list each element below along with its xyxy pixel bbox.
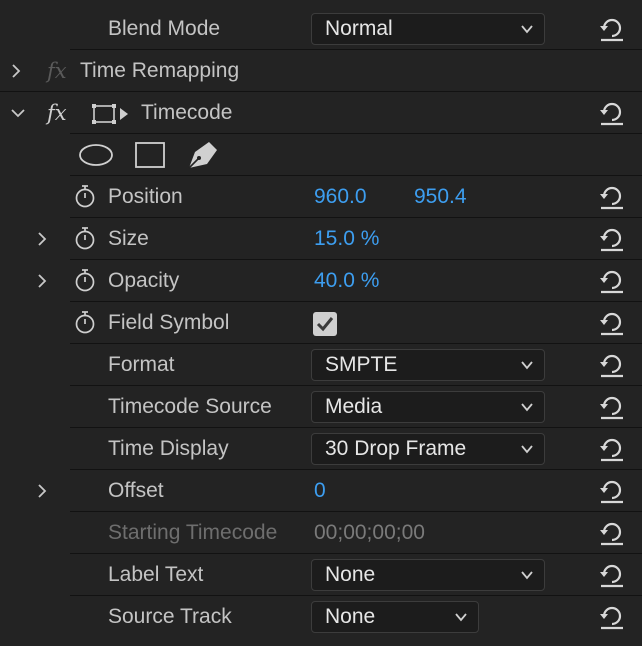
chevron-right-icon[interactable] bbox=[34, 483, 50, 499]
checkmark-icon bbox=[316, 317, 334, 332]
opacity-row: Opacity 40.0 % bbox=[0, 260, 642, 302]
chevron-down-icon bbox=[455, 613, 467, 622]
effect-controls-panel: Blend Mode Normal fx Time Remapping fx T… bbox=[0, 0, 642, 646]
position-x-value[interactable]: 960.0 bbox=[314, 176, 367, 218]
offset-row: Offset 0 bbox=[0, 470, 642, 512]
reset-parameter-icon[interactable] bbox=[598, 393, 626, 421]
stopwatch-icon[interactable] bbox=[74, 268, 96, 292]
reset-parameter-icon[interactable] bbox=[598, 267, 626, 295]
time-display-dropdown[interactable]: 30 Drop Frame bbox=[311, 433, 545, 465]
field-symbol-label: Field Symbol bbox=[108, 311, 230, 334]
format-label: Format bbox=[108, 353, 175, 376]
reset-parameter-icon[interactable] bbox=[598, 351, 626, 379]
size-label: Size bbox=[108, 227, 149, 250]
blend-mode-value: Normal bbox=[325, 17, 393, 40]
blend-mode-label: Blend Mode bbox=[108, 17, 221, 40]
offset-label: Offset bbox=[108, 479, 164, 502]
format-value: SMPTE bbox=[325, 353, 398, 376]
reset-parameter-icon[interactable] bbox=[598, 225, 626, 253]
transform-icon bbox=[92, 104, 128, 124]
blend-mode-dropdown[interactable]: Normal bbox=[311, 13, 545, 45]
ellipse-mask-icon[interactable] bbox=[77, 142, 115, 168]
field-symbol-row: Field Symbol bbox=[0, 302, 642, 344]
size-row: Size 15.0 % bbox=[0, 218, 642, 260]
reset-parameter-icon[interactable] bbox=[598, 561, 626, 589]
label-text-value: None bbox=[325, 563, 376, 586]
position-label: Position bbox=[108, 185, 183, 208]
stopwatch-icon[interactable] bbox=[74, 310, 96, 334]
timecode-source-value: Media bbox=[325, 395, 383, 418]
reset-parameter-icon[interactable] bbox=[598, 15, 626, 43]
time-remapping-label: Time Remapping bbox=[80, 59, 240, 82]
position-y-value[interactable]: 950.4 bbox=[414, 176, 467, 218]
source-track-dropdown[interactable]: None bbox=[311, 601, 479, 633]
label-text-dropdown[interactable]: None bbox=[311, 559, 545, 591]
chevron-down-icon bbox=[521, 445, 533, 454]
fx-toggle-icon[interactable]: fx bbox=[47, 92, 67, 134]
opacity-value[interactable]: 40.0 % bbox=[314, 260, 379, 302]
reset-effect-icon[interactable] bbox=[598, 99, 626, 127]
mask-tools-row bbox=[0, 134, 642, 176]
source-track-label: Source Track bbox=[108, 605, 232, 628]
timecode-source-label: Timecode Source bbox=[108, 395, 272, 418]
time-display-value: 30 Drop Frame bbox=[325, 437, 467, 460]
time-display-row: Time Display 30 Drop Frame bbox=[0, 428, 642, 470]
fx-icon: fx bbox=[47, 59, 67, 83]
time-display-label: Time Display bbox=[108, 437, 229, 460]
chevron-down-icon[interactable] bbox=[10, 105, 26, 121]
size-value[interactable]: 15.0 % bbox=[314, 218, 379, 260]
label-text-row: Label Text None bbox=[0, 554, 642, 596]
field-symbol-checkbox[interactable] bbox=[313, 312, 337, 336]
format-dropdown[interactable]: SMPTE bbox=[311, 349, 545, 381]
opacity-label: Opacity bbox=[108, 269, 180, 292]
format-row: Format SMPTE bbox=[0, 344, 642, 386]
timecode-source-row: Timecode Source Media bbox=[0, 386, 642, 428]
chevron-right-icon[interactable] bbox=[34, 231, 50, 247]
reset-parameter-icon[interactable] bbox=[598, 435, 626, 463]
timecode-effect-row[interactable]: fx Timecode bbox=[0, 92, 642, 134]
starting-timecode-row: Starting Timecode 00;00;00;00 bbox=[0, 512, 642, 554]
chevron-down-icon bbox=[521, 25, 533, 34]
offset-value[interactable]: 0 bbox=[314, 470, 326, 512]
reset-parameter-icon[interactable] bbox=[598, 519, 626, 547]
stopwatch-icon[interactable] bbox=[74, 226, 96, 250]
stopwatch-icon[interactable] bbox=[74, 184, 96, 208]
source-track-row: Source Track None bbox=[0, 596, 642, 638]
time-remapping-row[interactable]: fx Time Remapping bbox=[0, 50, 642, 92]
label-text-label: Label Text bbox=[108, 563, 204, 586]
pen-mask-icon[interactable] bbox=[185, 138, 221, 172]
starting-timecode-value: 00;00;00;00 bbox=[314, 521, 425, 544]
reset-parameter-icon[interactable] bbox=[598, 309, 626, 337]
chevron-down-icon bbox=[521, 403, 533, 412]
blend-mode-row: Blend Mode Normal bbox=[0, 8, 642, 50]
chevron-down-icon bbox=[521, 571, 533, 580]
source-track-value: None bbox=[325, 605, 376, 628]
position-row: Position 960.0 950.4 bbox=[0, 176, 642, 218]
chevron-down-icon bbox=[521, 361, 533, 370]
timecode-source-dropdown[interactable]: Media bbox=[311, 391, 545, 423]
rectangle-mask-icon[interactable] bbox=[133, 141, 167, 169]
reset-parameter-icon[interactable] bbox=[598, 603, 626, 631]
chevron-right-icon[interactable] bbox=[34, 273, 50, 289]
timecode-effect-label: Timecode bbox=[141, 101, 233, 124]
reset-parameter-icon[interactable] bbox=[598, 183, 626, 211]
chevron-right-icon[interactable] bbox=[8, 63, 24, 79]
reset-parameter-icon[interactable] bbox=[598, 477, 626, 505]
starting-timecode-label: Starting Timecode bbox=[108, 521, 278, 544]
